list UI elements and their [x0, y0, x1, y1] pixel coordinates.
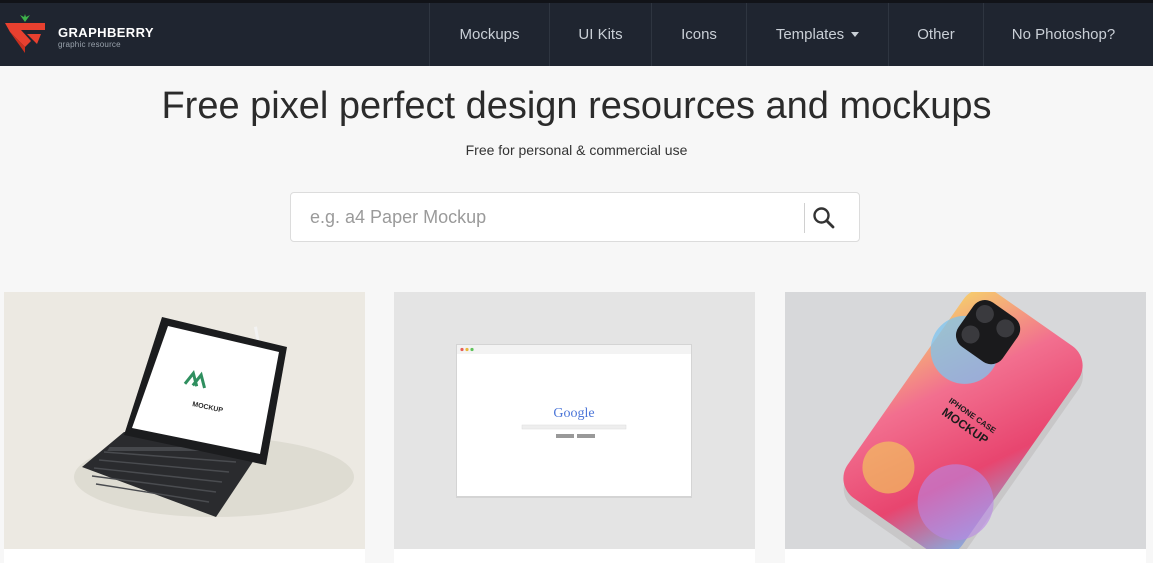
hero-subtitle: Free for personal & commercial use — [465, 142, 688, 158]
resource-card-ipad[interactable]: MOCKUP — [4, 292, 365, 563]
resource-card-browser[interactable]: Google — [394, 292, 755, 563]
top-nav-bar: GRAPHBERRY graphic resource Mockups UI K… — [0, 0, 1153, 66]
resource-card-iphone-case[interactable]: IPHONE CASE MOCKUP — [785, 292, 1146, 563]
nav-item-label: Other — [917, 26, 955, 43]
search-input[interactable] — [291, 193, 803, 241]
graphberry-logo-icon — [4, 13, 46, 62]
browser-mockup-image[interactable]: Google — [394, 292, 755, 549]
search-divider — [804, 203, 805, 233]
nav-item-label: Mockups — [459, 26, 520, 43]
logo[interactable]: GRAPHBERRY graphic resource — [4, 13, 154, 62]
nav-item-label: UI Kits — [578, 26, 623, 43]
nav-item-label: Icons — [681, 26, 717, 43]
nav-item-icons[interactable]: Icons — [651, 3, 746, 66]
nav-item-label: No Photoshop? — [1011, 26, 1116, 43]
ipad-mockup-image[interactable]: MOCKUP — [4, 292, 365, 549]
search-icon — [813, 207, 835, 229]
nav-item-no-photoshop[interactable]: No Photoshop? — [983, 3, 1143, 66]
brand-tagline: graphic resource — [58, 40, 121, 49]
nav-item-templates[interactable]: Templates — [746, 3, 888, 66]
main-nav: Mockups UI Kits Icons Templates Other No… — [429, 3, 1143, 66]
nav-item-other[interactable]: Other — [888, 3, 983, 66]
nav-item-mockups[interactable]: Mockups — [429, 3, 549, 66]
nav-item-label: Templates — [775, 26, 845, 43]
brand-name: GRAPHBERRY — [58, 25, 154, 40]
search-box — [290, 192, 860, 242]
nav-item-ui-kits[interactable]: UI Kits — [549, 3, 651, 66]
iphone-case-mockup-image[interactable]: IPHONE CASE MOCKUP — [785, 292, 1146, 549]
search-button[interactable] — [811, 205, 837, 231]
google-logo-text: Google — [553, 406, 594, 421]
hero-title: Free pixel perfect design resources and … — [161, 85, 992, 127]
caret-down-icon — [851, 32, 860, 37]
